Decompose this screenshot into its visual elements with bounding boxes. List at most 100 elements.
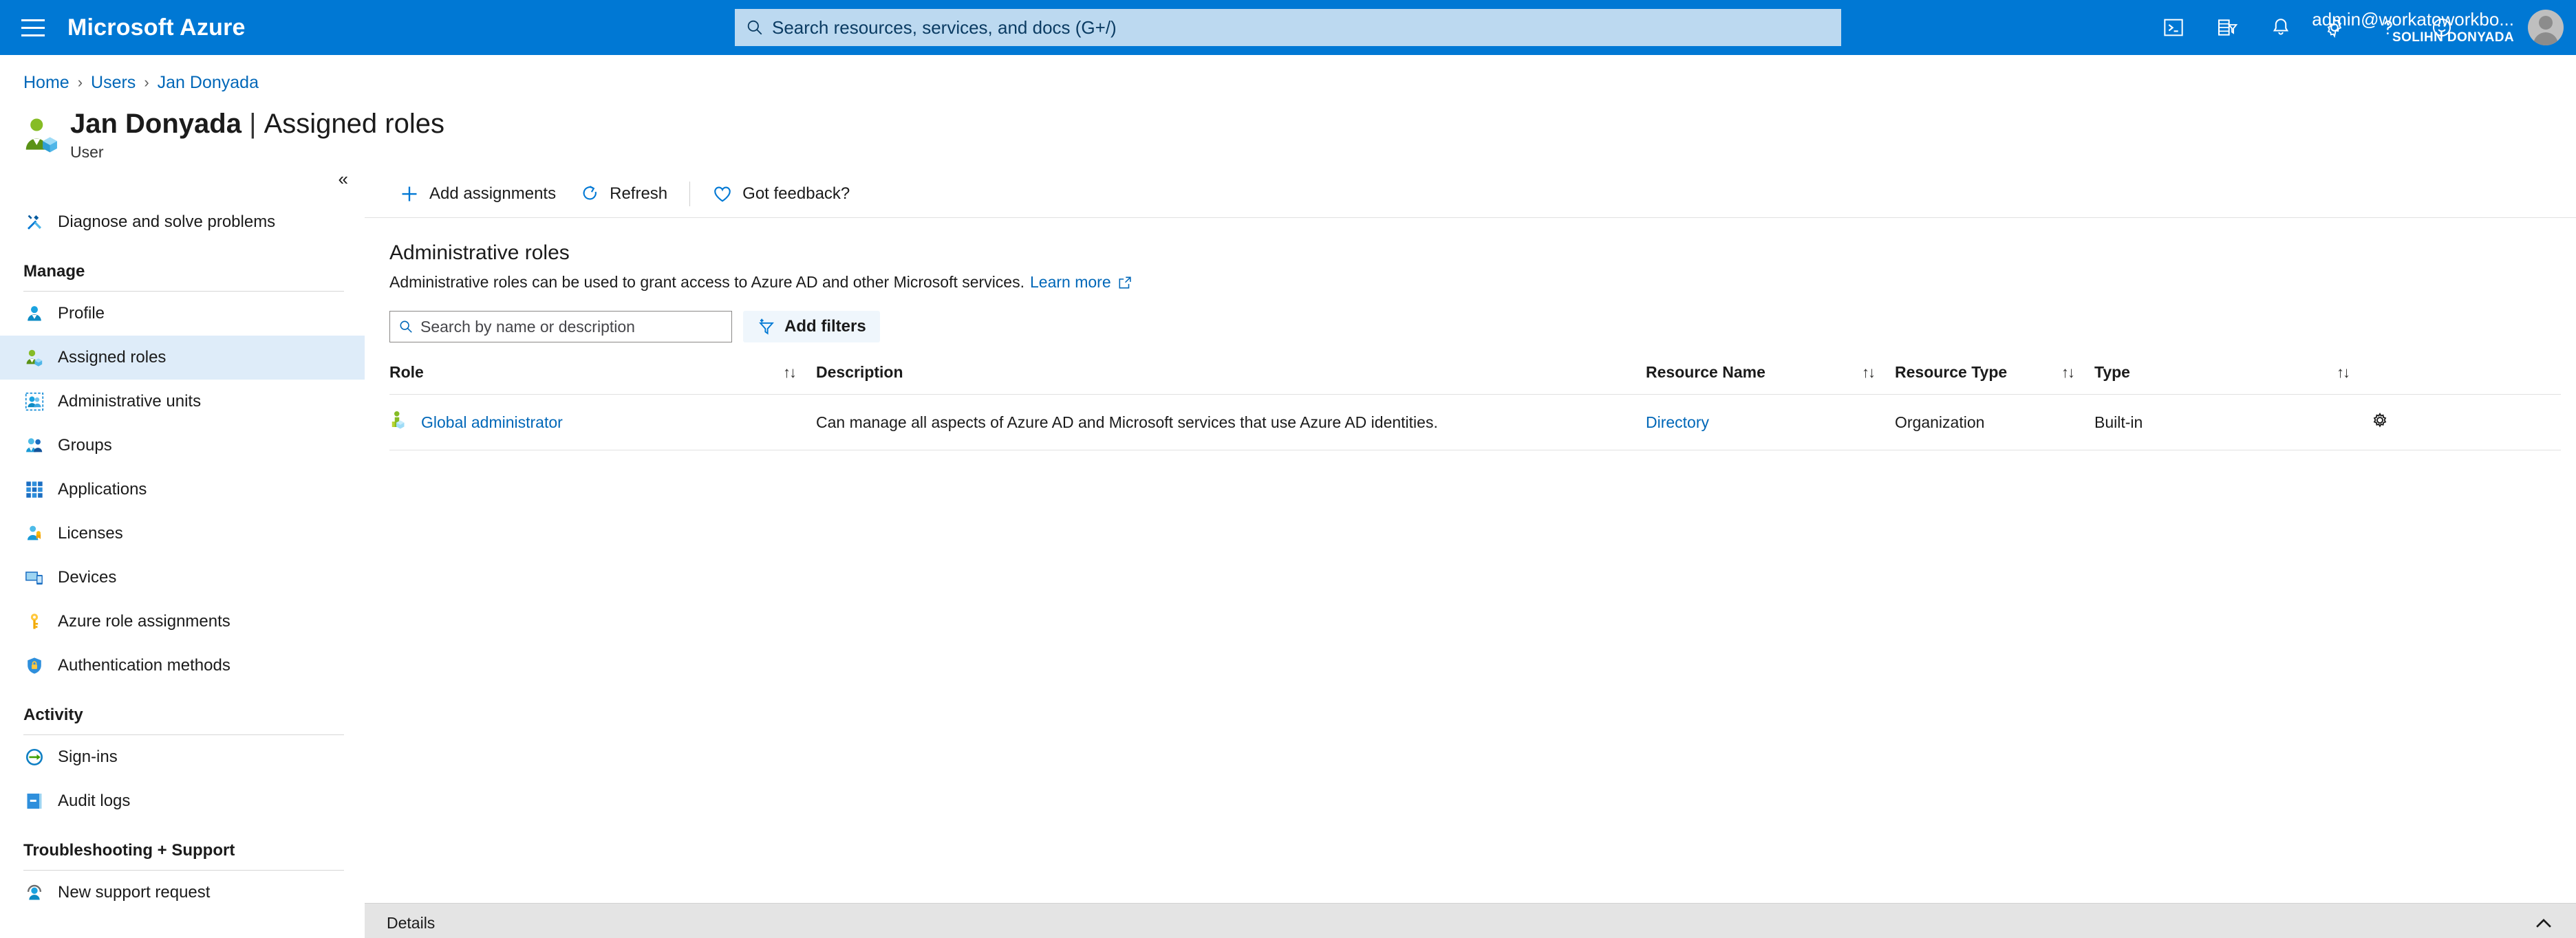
account-email: admin@workatoworkbo... [2312, 9, 2514, 30]
wrench-screwdriver-icon [23, 211, 45, 233]
sidebar-item-azure-role-assignments[interactable]: Azure role assignments [0, 600, 365, 644]
column-header-type[interactable]: Type ↑↓ [2094, 363, 2370, 395]
sidebar-item-label: Devices [58, 568, 116, 587]
account-menu[interactable]: admin@workatoworkbo... SOLIHN DONYADA [2312, 0, 2514, 55]
breadcrumb-item-jan-donyada[interactable]: Jan Donyada [158, 73, 259, 93]
main-content-panel: Add assignments Refresh Got feedback? Ad… [365, 170, 2576, 938]
search-input[interactable]: Search by name or description [389, 311, 732, 342]
sort-icon[interactable]: ↑↓ [783, 364, 795, 382]
assigned-roles-icon [23, 347, 45, 369]
page-title-main: Jan Donyada [70, 109, 242, 139]
sidebar-section-label: Activity [23, 706, 344, 725]
sidebar-item-label: Administrative units [58, 392, 201, 411]
add-assignments-button[interactable]: Add assignments [387, 177, 568, 211]
breadcrumb: Home › Users › Jan Donyada [23, 70, 2576, 95]
sidebar-section-manage: Manage [0, 244, 365, 292]
add-filters-button[interactable]: Add filters [743, 311, 880, 342]
column-label: Resource Type [1895, 363, 2007, 382]
search-icon [398, 319, 414, 334]
applications-grid-icon [23, 479, 45, 501]
column-label: Resource Name [1646, 363, 1765, 382]
cloud-shell-icon[interactable] [2160, 14, 2187, 41]
shield-lock-icon [23, 655, 45, 677]
learn-more-link[interactable]: Learn more [1030, 273, 1111, 292]
top-navigation-bar: Microsoft Azure Search resources, servic… [0, 0, 2576, 55]
breadcrumb-item-users[interactable]: Users [91, 73, 136, 93]
sidebar-section-activity: Activity [0, 688, 365, 735]
section-description: Administrative roles can be used to gran… [389, 273, 1024, 292]
sidebar-item-assigned-roles[interactable]: Assigned roles [0, 336, 365, 380]
breadcrumb-item-home[interactable]: Home [23, 73, 69, 93]
sidebar-item-label: Profile [58, 304, 105, 323]
sidebar-item-label: New support request [58, 883, 210, 902]
gear-icon[interactable] [2370, 410, 2390, 430]
sidebar-item-groups[interactable]: Groups [0, 424, 365, 468]
roles-table: Role ↑↓ Description Resource Name [389, 363, 2561, 450]
notifications-icon[interactable] [2268, 14, 2294, 41]
chevron-up-icon[interactable] [2532, 912, 2555, 935]
column-header-role[interactable]: Role ↑↓ [389, 363, 816, 395]
page-header: Jan Donyada | Assigned roles User [21, 107, 2576, 162]
hamburger-icon[interactable] [14, 12, 52, 43]
sidebar-item-profile[interactable]: Profile [0, 292, 365, 336]
sidebar-item-audit-logs[interactable]: Audit logs [0, 779, 365, 823]
key-icon [23, 611, 45, 633]
collapse-panel-icon[interactable]: « [339, 170, 348, 188]
brand-title[interactable]: Microsoft Azure [67, 14, 246, 41]
role-link[interactable]: Global administrator [421, 413, 563, 432]
groups-icon [23, 435, 45, 457]
sidebar-item-devices[interactable]: Devices [0, 556, 365, 600]
got-feedback-label: Got feedback? [742, 184, 850, 204]
sidebar-item-diagnose-and-solve-problems[interactable]: Diagnose and solve problems [0, 200, 365, 244]
sidebar-section-label: Manage [23, 262, 344, 281]
global-search-placeholder: Search resources, services, and docs (G+… [772, 17, 1117, 39]
directories-subscriptions-icon[interactable] [2214, 14, 2240, 41]
sidebar-item-label: Authentication methods [58, 656, 230, 675]
column-header-resource-name[interactable]: Resource Name ↑↓ [1646, 363, 1895, 395]
search-input-placeholder: Search by name or description [420, 318, 635, 336]
sidebar-item-sign-ins[interactable]: Sign-ins [0, 735, 365, 779]
page-title: Jan Donyada | Assigned roles [70, 107, 444, 140]
column-label: Type [2094, 363, 2130, 382]
table-row[interactable]: Global administrator Can manage all aspe… [389, 395, 2561, 450]
sign-in-arrow-icon [23, 746, 45, 768]
sidebar-item-new-support-request[interactable]: New support request [0, 871, 365, 915]
sidebar-item-applications[interactable]: Applications [0, 468, 365, 512]
section-title: Administrative roles [389, 241, 2576, 265]
sort-icon[interactable]: ↑↓ [2061, 364, 2074, 382]
column-header-actions [2370, 363, 2561, 395]
details-panel-toggle[interactable]: Details [365, 903, 2576, 938]
resource-name-link[interactable]: Directory [1646, 413, 1709, 431]
add-assignments-label: Add assignments [429, 184, 556, 204]
cell-resource-name: Directory [1646, 395, 1895, 450]
support-person-icon [23, 882, 45, 904]
table-body: Global administrator Can manage all aspe… [389, 395, 2561, 450]
sidebar-item-label: Diagnose and solve problems [58, 212, 275, 232]
avatar-head [2539, 16, 2553, 30]
external-link-icon[interactable] [1117, 275, 1133, 290]
column-header-resource-type[interactable]: Resource Type ↑↓ [1895, 363, 2094, 395]
table-header: Role ↑↓ Description Resource Name [389, 363, 2561, 395]
sidebar-item-administrative-units[interactable]: Administrative units [0, 380, 365, 424]
column-header-description[interactable]: Description [816, 363, 1646, 395]
sidebar-item-label: Groups [58, 436, 112, 455]
cell-description: Can manage all aspects of Azure AD and M… [816, 395, 1646, 450]
sort-icon[interactable]: ↑↓ [2337, 364, 2349, 382]
global-search-input[interactable]: Search resources, services, and docs (G+… [735, 9, 1841, 46]
avatar[interactable] [2528, 10, 2564, 45]
administrative-units-icon [23, 391, 45, 413]
sidebar-item-label: Licenses [58, 524, 123, 543]
audit-log-book-icon [23, 790, 45, 812]
cell-row-actions [2370, 395, 2561, 450]
column-label: Description [816, 363, 903, 382]
sidebar-item-licenses[interactable]: Licenses [0, 512, 365, 556]
sidebar-item-label: Applications [58, 480, 147, 499]
avatar-body [2533, 32, 2558, 45]
user-profile-icon [23, 303, 45, 325]
devices-icon [23, 567, 45, 589]
refresh-button[interactable]: Refresh [568, 177, 680, 211]
sidebar-item-authentication-methods[interactable]: Authentication methods [0, 644, 365, 688]
page-subtitle: User [70, 143, 444, 162]
sort-icon[interactable]: ↑↓ [1862, 364, 1874, 382]
got-feedback-button[interactable]: Got feedback? [700, 177, 862, 211]
